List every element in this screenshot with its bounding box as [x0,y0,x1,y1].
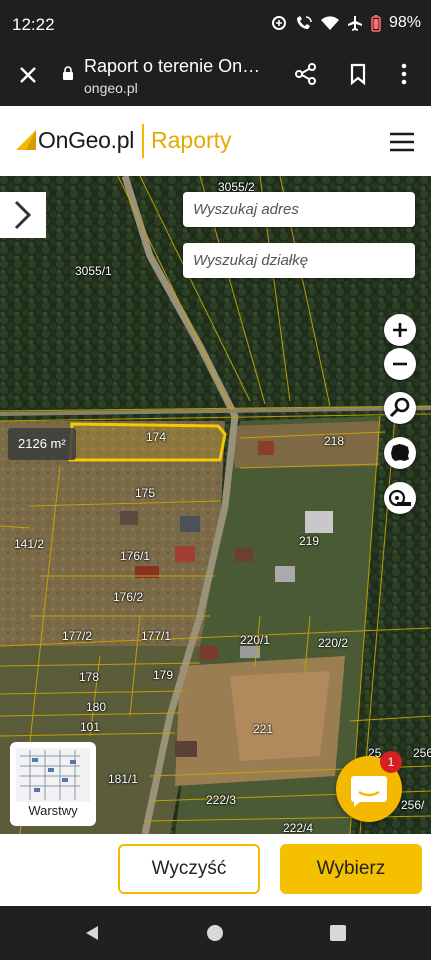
parcel-label: 101 [80,720,101,734]
parcel-label: 175 [135,486,156,500]
parcel-label: 219 [299,534,320,548]
parcel-label: 176/2 [113,590,144,604]
battery-level: 98% [388,14,421,31]
map-search-button[interactable] [384,392,416,424]
parcel-label: 256/ [401,798,425,812]
select-button[interactable]: Wybierz [280,844,422,894]
measure-button[interactable] [384,482,416,514]
parcel-label: 218 [324,434,345,448]
lock-icon [63,66,73,80]
chat-notification-badge: 1 [380,751,402,773]
share-icon[interactable] [295,63,317,85]
zoom-out-button[interactable] [384,348,416,380]
browser-toolbar: Raport o terenie On… ongeo.pl [0,50,431,106]
home-icon[interactable] [207,925,223,941]
parcel-label: 220/1 [240,633,271,647]
side-panel-toggle[interactable] [0,192,46,238]
status-bar: 12:22 98% [0,0,431,50]
search-parcel-input[interactable] [183,243,415,278]
map-view[interactable]: 3055/2 3055/1 174 218 175 141/2 176/1 21… [0,176,431,834]
status-time: 12:22 [12,15,55,34]
parcel-label: 221 [253,722,274,736]
wifi-calling-icon [296,16,312,29]
parcel-label: 176/1 [120,549,151,563]
chevron-right-icon [14,200,32,230]
hamburger-menu-icon[interactable] [390,132,414,152]
parcel-label: 141/2 [14,537,45,551]
airplane-icon [347,16,362,31]
clear-button[interactable]: Wyczyść [118,844,260,894]
parcel-label: 179 [153,668,174,682]
layers-thumbnail-icon [16,748,90,802]
wifi-icon [320,15,339,30]
page-title: Raport o terenie On… [84,56,261,76]
logo-icon[interactable] [16,130,36,150]
back-icon[interactable] [84,925,100,941]
zoom-out-icon [393,362,407,366]
parcel-label: 256 [413,746,431,760]
search-address-input[interactable] [183,192,415,227]
battery-icon [371,14,381,32]
parcel-label: 180 [86,700,107,714]
status-icons: 98% [271,14,421,32]
system-nav-bar [0,906,431,960]
parcel-label: 220/2 [318,636,349,650]
search-icon [389,397,410,418]
zoom-in-icon [393,323,407,337]
parcel-label: 3055/1 [75,264,112,278]
logo-text[interactable]: OnGeo.pl [38,127,134,154]
parcel-label: 178 [79,670,100,684]
parcel-label: 174 [146,430,167,444]
bookmark-icon[interactable] [350,63,366,85]
poland-map-icon [391,444,409,461]
layers-button[interactable]: Warstwy [10,742,96,826]
more-vert-icon[interactable] [400,63,408,85]
layers-label: Warstwy [28,803,78,818]
action-bar: Wyczyść Wybierz [0,834,431,906]
parcel-label: 177/2 [62,629,93,643]
site-header: OnGeo.pl Raporty [0,106,431,176]
measure-tape-icon [388,489,411,507]
parcel-label: 177/1 [141,629,172,643]
area-badge: 2126 m² [8,428,76,460]
data-saver-icon [271,16,286,30]
recent-apps-icon[interactable] [330,925,346,941]
parcel-label: 181/1 [108,772,139,786]
poland-view-button[interactable] [384,437,416,469]
close-icon[interactable] [16,63,40,87]
logo-divider [142,124,144,158]
parcel-label: 222/4 [283,821,314,834]
section-title: Raporty [151,127,232,153]
zoom-in-button[interactable] [384,314,416,346]
page-url: ongeo.pl [84,80,138,96]
parcel-label: 222/3 [206,793,237,807]
